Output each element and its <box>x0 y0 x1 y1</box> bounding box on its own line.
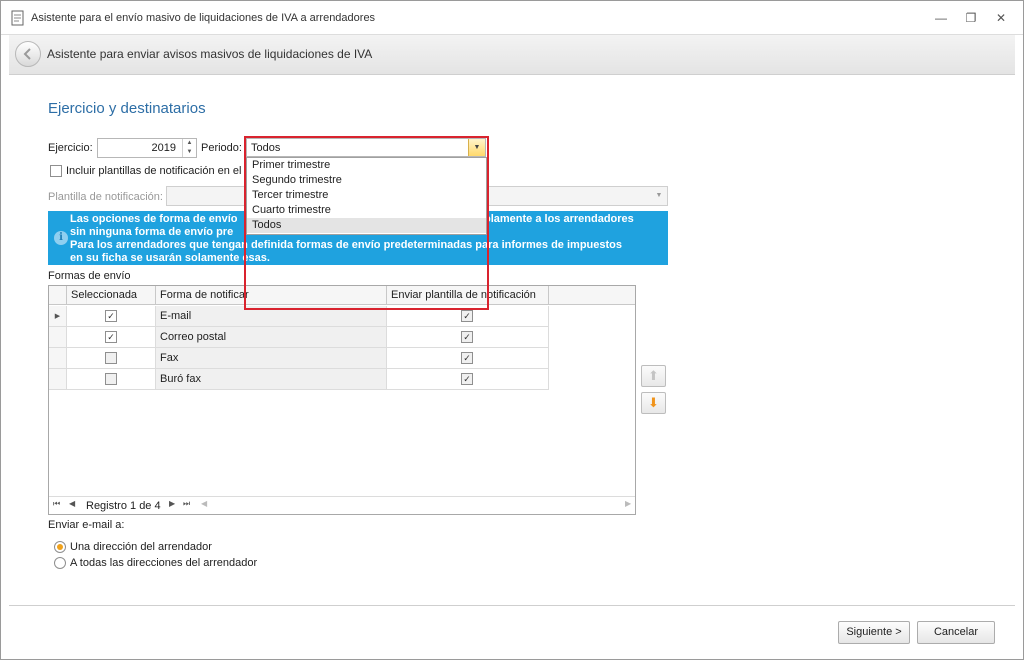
seleccionada-checkbox[interactable]: ✓ <box>105 310 117 322</box>
dropdown-item[interactable]: Tercer trimestre <box>247 188 486 203</box>
ejercicio-value: 2019 <box>151 142 176 154</box>
forma-cell: Buró fax <box>156 369 387 390</box>
info-line-3: Para los arrendadores que tengan definid… <box>70 239 622 251</box>
radio-una-direccion-label[interactable]: Una dirección del arrendador <box>70 541 212 553</box>
table-row[interactable]: ✓ Correo postal ✓ <box>49 327 549 348</box>
forma-cell: Correo postal <box>156 327 387 348</box>
minimize-icon[interactable]: — <box>933 10 949 26</box>
move-up-button[interactable]: ⬆ <box>641 365 666 387</box>
scroll-left-icon[interactable]: ◀ <box>201 499 207 508</box>
next-button[interactable]: Siguiente > <box>838 621 910 644</box>
info-line-1-left: Las opciones de forma de envío <box>70 213 238 225</box>
chevron-down-icon[interactable]: ▼ <box>183 148 196 157</box>
dropdown-item[interactable]: Segundo trimestre <box>247 173 486 188</box>
current-row-icon: ▶ <box>49 306 67 327</box>
section-title: Ejercicio y destinatarios <box>48 100 206 117</box>
table-row[interactable]: Buró fax ✓ <box>49 369 549 390</box>
seleccionada-checkbox[interactable] <box>105 373 117 385</box>
incluir-plantillas-label: Incluir plantillas de notificación en el… <box>66 165 251 177</box>
grid-header: Seleccionada Forma de notificar Enviar p… <box>49 286 635 305</box>
move-down-button[interactable]: ⬇ <box>641 392 666 414</box>
selected-cell[interactable]: ✓ <box>67 306 156 327</box>
enviar-email-label: Enviar e-mail a: <box>48 519 125 531</box>
column-enviar-plantilla[interactable]: Enviar plantilla de notificación <box>387 286 549 305</box>
table-row[interactable]: ▶ ✓ E-mail ✓ <box>49 306 549 327</box>
selected-cell[interactable] <box>67 369 156 390</box>
wizard-header: Asistente para enviar avisos masivos de … <box>9 35 1015 75</box>
close-icon[interactable]: ✕ <box>993 10 1009 26</box>
dropdown-item[interactable]: Primer trimestre <box>247 158 486 173</box>
wizard-footer: Siguiente > Cancelar <box>9 605 1015 653</box>
row-indicator <box>49 327 67 348</box>
radio-todas-direcciones[interactable] <box>54 557 66 569</box>
ejercicio-spinner[interactable]: 2019 ▲ ▼ <box>97 138 197 158</box>
forma-cell: Fax <box>156 348 387 369</box>
wizard-content: Ejercicio y destinatarios Ejercicio: 201… <box>9 75 1015 605</box>
last-record-icon[interactable]: ⏭ <box>183 499 190 509</box>
enviar-cell[interactable]: ✓ <box>387 327 549 348</box>
table-row[interactable]: Fax ✓ <box>49 348 549 369</box>
row-indicator <box>49 348 67 369</box>
enviar-plantilla-checkbox[interactable]: ✓ <box>461 310 473 322</box>
periodo-label: Periodo: <box>201 142 242 154</box>
wizard-window: Asistente para el envío masivo de liquid… <box>0 0 1024 660</box>
enviar-cell[interactable]: ✓ <box>387 369 549 390</box>
document-icon <box>11 10 24 26</box>
dropdown-item-selected[interactable]: Todos <box>247 218 486 233</box>
periodo-combo[interactable]: Todos ▼ <box>246 138 486 157</box>
periodo-value: Todos <box>251 142 281 154</box>
enviar-cell[interactable]: ✓ <box>387 348 549 369</box>
first-record-icon[interactable]: ⏮ <box>53 499 60 509</box>
arrow-left-icon <box>23 48 31 60</box>
radio-una-direccion[interactable] <box>54 541 66 553</box>
chevron-down-icon[interactable]: ▼ <box>651 187 667 205</box>
selected-cell[interactable] <box>67 348 156 369</box>
dropdown-item[interactable]: Cuarto trimestre <box>247 203 486 218</box>
formas-envio-grid: Seleccionada Forma de notificar Enviar p… <box>48 285 636 515</box>
back-button[interactable] <box>15 41 41 67</box>
enviar-plantilla-checkbox[interactable]: ✓ <box>461 331 473 343</box>
selected-cell[interactable]: ✓ <box>67 327 156 348</box>
forma-cell: E-mail <box>156 306 387 327</box>
record-navigator: ⏮ ◀ Registro 1 de 4 ▶ ⏭ ◀ ▶ <box>49 496 635 514</box>
next-record-icon[interactable]: ▶ <box>169 499 175 508</box>
enviar-plantilla-checkbox[interactable]: ✓ <box>461 352 473 364</box>
plantilla-label: Plantilla de notificación: <box>48 191 163 203</box>
formas-envio-label: Formas de envío <box>48 270 131 282</box>
info-line-4: en su ficha se usarán solamente esas. <box>70 252 270 264</box>
seleccionada-checkbox[interactable]: ✓ <box>105 331 117 343</box>
maximize-icon[interactable]: ❐ <box>963 10 979 26</box>
column-seleccionada[interactable]: Seleccionada <box>67 286 156 305</box>
arrow-up-icon: ⬆ <box>648 368 659 383</box>
scroll-right-icon[interactable]: ▶ <box>625 499 631 508</box>
column-forma-notificar[interactable]: Forma de notificar <box>156 286 387 305</box>
seleccionada-checkbox[interactable] <box>105 352 117 364</box>
window-title: Asistente para el envío masivo de liquid… <box>31 12 376 24</box>
radio-todas-direcciones-label[interactable]: A todas las direcciones del arrendador <box>70 557 257 569</box>
info-icon: i <box>54 231 68 245</box>
periodo-dropdown-list: Primer trimestre Segundo trimestre Terce… <box>246 157 487 235</box>
enviar-cell[interactable]: ✓ <box>387 306 549 327</box>
spinner-arrows[interactable]: ▲ ▼ <box>182 139 196 157</box>
row-indicator <box>49 369 67 390</box>
grid-header-indicator <box>49 286 67 305</box>
incluir-plantillas-checkbox[interactable] <box>50 165 62 177</box>
dropdown-arrow-icon[interactable]: ▼ <box>468 139 485 156</box>
info-line-1-right: olamente a los arrendadores <box>484 213 634 225</box>
title-bar: Asistente para el envío masivo de liquid… <box>1 1 1023 35</box>
prev-record-icon[interactable]: ◀ <box>69 499 75 508</box>
cancel-button[interactable]: Cancelar <box>917 621 995 644</box>
enviar-plantilla-checkbox[interactable]: ✓ <box>461 373 473 385</box>
chevron-up-icon[interactable]: ▲ <box>183 139 196 148</box>
ejercicio-label: Ejercicio: <box>48 142 93 154</box>
record-counter: Registro 1 de 4 <box>86 500 161 512</box>
arrow-down-icon: ⬇ <box>648 395 659 410</box>
wizard-header-title: Asistente para enviar avisos masivos de … <box>47 47 373 61</box>
